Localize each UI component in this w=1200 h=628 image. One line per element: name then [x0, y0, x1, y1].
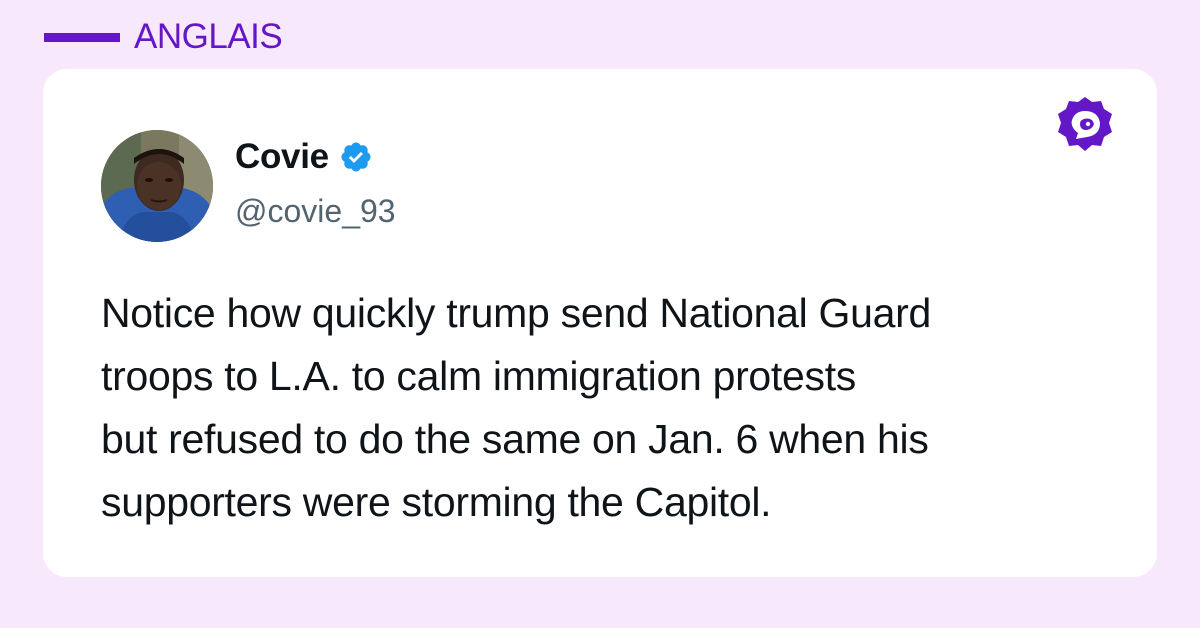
- user-handle[interactable]: @covie_93: [235, 193, 396, 230]
- user-avatar-photo-icon: [101, 130, 213, 242]
- tweet-card: Covie @covie_93 Notice how quickly trump…: [43, 69, 1157, 577]
- avatar[interactable]: [101, 130, 213, 242]
- tweet-text: Notice how quickly trump send National G…: [101, 290, 931, 525]
- display-name[interactable]: Covie: [235, 137, 329, 177]
- verified-badge-icon: [341, 142, 371, 172]
- language-label: ANGLAIS: [134, 17, 283, 56]
- brand-logo-icon: [1058, 97, 1112, 151]
- language-accent-bar: [44, 33, 120, 42]
- display-name-row: Covie: [235, 135, 373, 179]
